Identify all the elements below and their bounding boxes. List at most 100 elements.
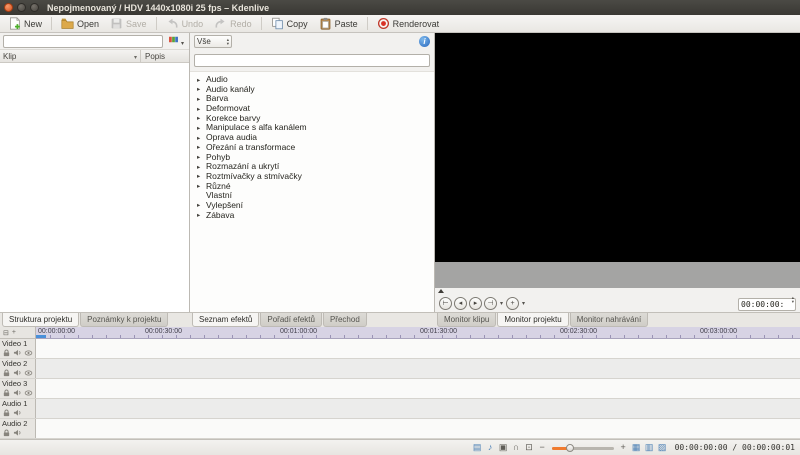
- column-description-label: Popis: [145, 52, 165, 61]
- monitor-empty-area: [435, 262, 800, 288]
- redo-icon: [214, 17, 227, 30]
- set-zone-end-button[interactable]: ⊣: [484, 297, 497, 310]
- copy-button[interactable]: Copy: [266, 16, 313, 31]
- add-clip-button[interactable]: [166, 32, 186, 50]
- timeline-position-timecode: 00:00:00:00 / 00:00:00:01: [675, 443, 795, 452]
- track-header[interactable]: Audio 2: [0, 419, 36, 438]
- main-toolbar: New Open Save Undo Redo: [0, 15, 800, 33]
- monitor-video-area[interactable]: [435, 33, 800, 262]
- new-document-icon: [8, 17, 21, 30]
- zoom-slider-handle[interactable]: [566, 444, 574, 452]
- save-button[interactable]: Save: [105, 16, 152, 31]
- tab-effect-stack[interactable]: Pořadí efektů: [260, 313, 322, 327]
- tab-project-notes[interactable]: Poznámky k projektu: [80, 313, 168, 327]
- play-button[interactable]: ▸: [469, 297, 482, 310]
- track-lane[interactable]: [36, 419, 800, 438]
- sort-arrow-icon: [134, 52, 137, 61]
- show-audio-thumbnails-icon[interactable]: ♪: [484, 441, 497, 454]
- toolbar-separator: [156, 17, 157, 30]
- info-icon[interactable]: i: [419, 36, 430, 47]
- split-audio-icon[interactable]: ▦: [630, 441, 643, 454]
- track-controls: [2, 389, 33, 398]
- redo-button[interactable]: Redo: [209, 16, 257, 31]
- tab-project-monitor[interactable]: Monitor projektu: [497, 313, 568, 327]
- ruler-ticks: [36, 335, 800, 338]
- timecode-spinner-icon[interactable]: [792, 296, 794, 304]
- open-button[interactable]: Open: [56, 16, 104, 31]
- rewind-button[interactable]: ◂: [454, 297, 467, 310]
- track-controls: [2, 349, 33, 358]
- track-controls: [2, 409, 33, 418]
- effect-category[interactable]: Zábava: [190, 211, 434, 221]
- column-header-description[interactable]: Popis: [141, 50, 189, 62]
- track-header[interactable]: Video 3: [0, 379, 36, 398]
- effects-tabs: Seznam efektů Pořadí efektů Přechod: [190, 313, 435, 327]
- paste-button-label: Paste: [335, 19, 358, 29]
- tab-project-tree[interactable]: Struktura projektu: [2, 313, 79, 327]
- zoom-in-icon[interactable]: +: [617, 441, 630, 454]
- show-marker-comments-icon[interactable]: ▣: [497, 441, 510, 454]
- undo-button[interactable]: Undo: [161, 16, 209, 31]
- effects-filter-value: Vše: [197, 37, 211, 46]
- track-lane[interactable]: [36, 399, 800, 418]
- track-options-icon[interactable]: +: [12, 329, 16, 336]
- statusbar: ▤ ♪ ▣ ∩ ⊡ − + ▦ ▥ ▨ 00:00:00:00 / 00:00:…: [0, 439, 800, 455]
- project-tree-list[interactable]: [0, 63, 189, 312]
- project-search-input[interactable]: [3, 35, 163, 48]
- paste-button[interactable]: Paste: [314, 16, 363, 31]
- thumbnails-toggle-icon[interactable]: ▨: [656, 441, 669, 454]
- zoom-out-icon[interactable]: −: [536, 441, 549, 454]
- track-lane[interactable]: [36, 379, 800, 398]
- bottom-tabstrip: Struktura projektu Poznámky k projektu S…: [0, 312, 800, 327]
- ruler-label: 00:00:00:00: [38, 328, 75, 335]
- redo-button-label: Redo: [230, 19, 252, 29]
- automatic-transition-icon[interactable]: ▥: [643, 441, 656, 454]
- zoom-fit-icon[interactable]: ⊡: [523, 441, 536, 454]
- playhead-marker-icon[interactable]: [438, 289, 444, 293]
- track-header[interactable]: Video 2: [0, 359, 36, 378]
- new-button[interactable]: New: [3, 16, 47, 31]
- timeline-corner: ⊟ +: [0, 327, 36, 339]
- minimize-button[interactable]: [17, 3, 26, 12]
- snap-icon[interactable]: ∩: [510, 441, 523, 454]
- monitor-options-dropdown-icon[interactable]: [521, 300, 526, 307]
- save-icon: [110, 17, 123, 30]
- effects-filter-select[interactable]: Vše: [194, 35, 232, 48]
- open-folder-icon: [61, 17, 74, 30]
- add-marker-button[interactable]: +: [506, 297, 519, 310]
- column-header-clip[interactable]: Klip: [0, 50, 141, 62]
- track-controls: [2, 429, 33, 438]
- zoom-slider[interactable]: [552, 442, 614, 454]
- track-lane[interactable]: [36, 359, 800, 378]
- expander-icon[interactable]: [197, 210, 203, 221]
- close-button[interactable]: [4, 3, 13, 12]
- tab-transition[interactable]: Přechod: [323, 313, 367, 327]
- tab-effect-list[interactable]: Seznam efektů: [192, 313, 259, 327]
- timeline-ruler[interactable]: 00:00:00:00 00:00:30:00 00:01:00:00 00:0…: [36, 327, 800, 339]
- timeline-tracks: Video 1 Video 2 Vi: [0, 339, 800, 439]
- timeline-zone-bar[interactable]: [36, 335, 46, 338]
- set-zone-start-button[interactable]: ⊢: [439, 297, 452, 310]
- new-button-label: New: [24, 19, 42, 29]
- monitor-timecode-input[interactable]: [738, 298, 796, 311]
- titlebar: Nepojmenovaný / HDV 1440x1080i 25 fps – …: [0, 0, 800, 15]
- monitor-panel: ⊢ ◂ ▸ ⊣ +: [435, 33, 800, 312]
- spinner-icon[interactable]: [227, 38, 229, 46]
- play-options-dropdown-icon[interactable]: [499, 300, 504, 307]
- project-search-row: [0, 33, 189, 50]
- copy-button-label: Copy: [287, 19, 308, 29]
- track-header[interactable]: Audio 1: [0, 399, 36, 418]
- show-video-thumbnails-icon[interactable]: ▤: [471, 441, 484, 454]
- paste-icon: [319, 17, 332, 30]
- tab-record-monitor[interactable]: Monitor nahrávání: [570, 313, 648, 327]
- save-button-label: Save: [126, 19, 147, 29]
- tab-clip-monitor[interactable]: Monitor klipu: [437, 313, 496, 327]
- effects-search-input[interactable]: [194, 54, 430, 67]
- effects-toolbar: Vše i: [190, 33, 434, 50]
- render-button[interactable]: Renderovat: [372, 16, 445, 31]
- project-tabs: Struktura projektu Poznámky k projektu: [0, 313, 190, 327]
- track-header[interactable]: Video 1: [0, 339, 36, 358]
- fold-tracks-icon[interactable]: ⊟: [3, 329, 9, 337]
- track-lane[interactable]: [36, 339, 800, 358]
- maximize-button[interactable]: [30, 3, 39, 12]
